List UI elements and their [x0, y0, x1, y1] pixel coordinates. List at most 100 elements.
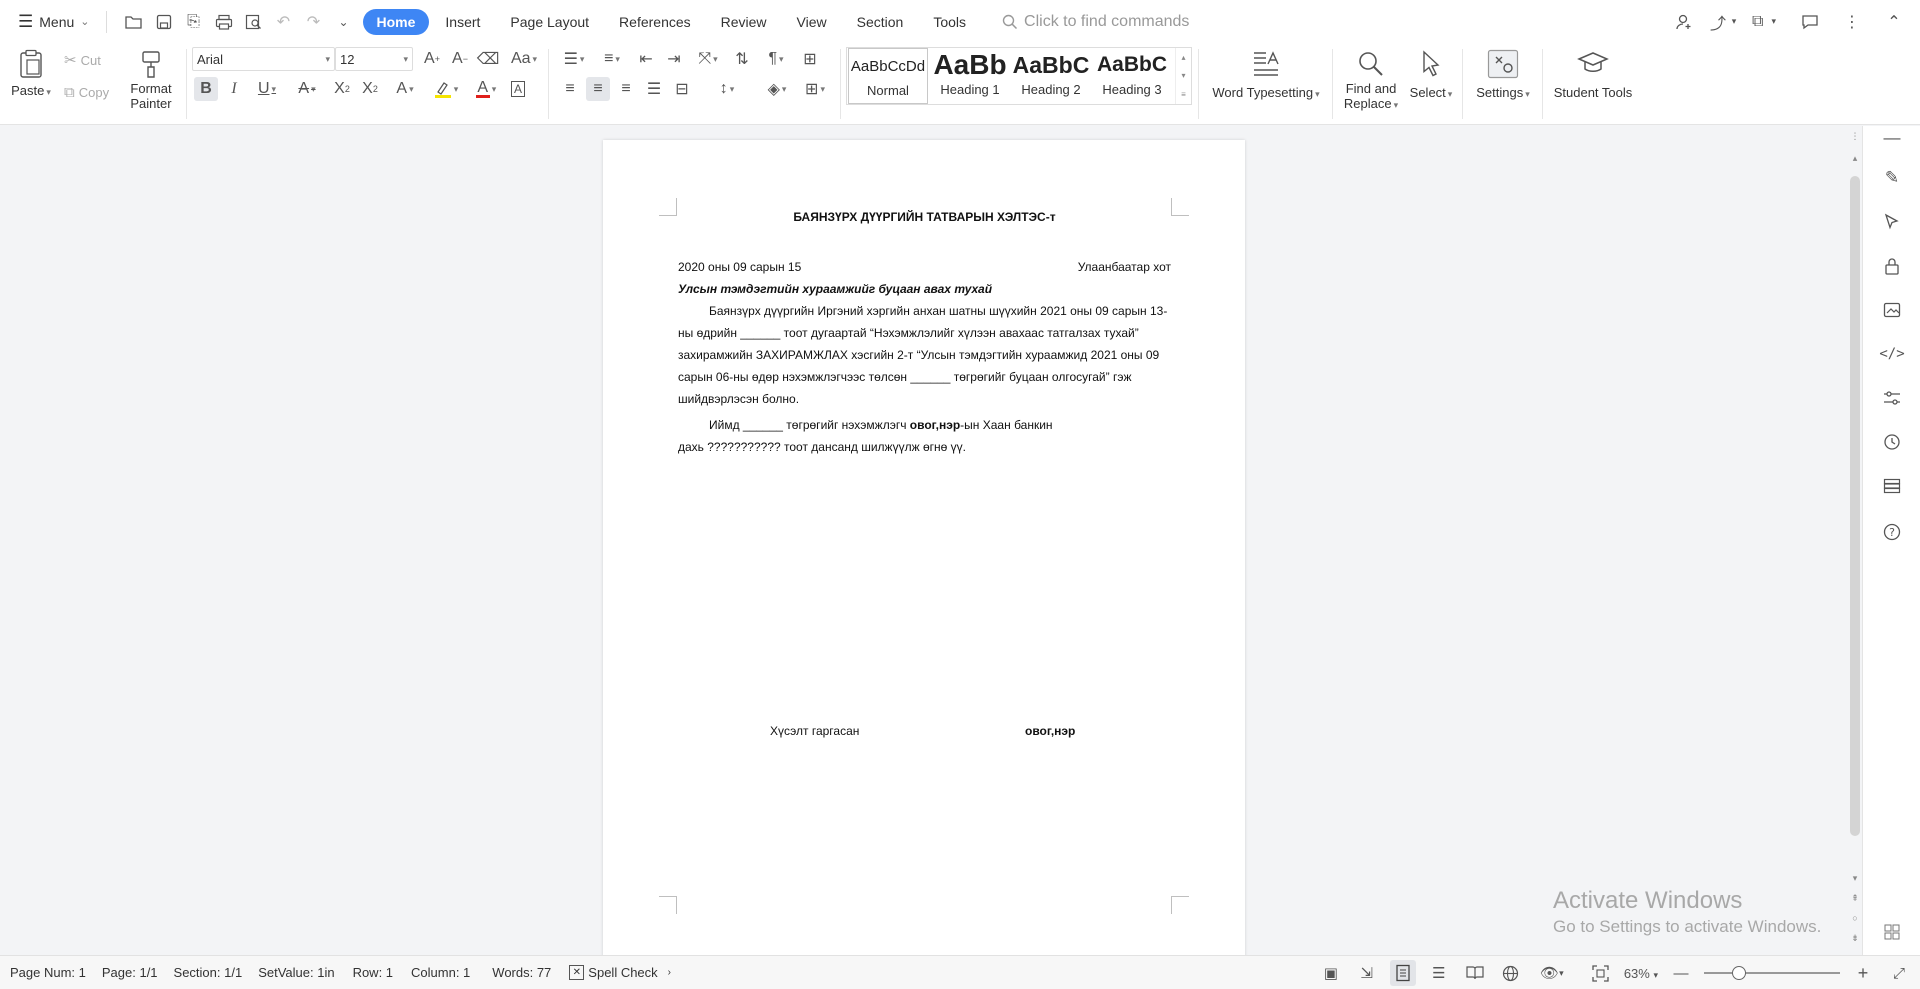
ruler-icon[interactable]: ⊞	[798, 47, 822, 71]
tab-view[interactable]: View	[783, 9, 841, 35]
italic-icon[interactable]: I	[222, 77, 246, 101]
reading-view-icon[interactable]	[1462, 960, 1488, 986]
more-options-icon[interactable]: ⋮	[1836, 8, 1868, 36]
fullscreen-icon[interactable]: ⤢	[1886, 960, 1912, 986]
superscript-icon[interactable]: X2	[330, 77, 354, 101]
tab-home[interactable]: Home	[362, 8, 430, 35]
format-painter-button[interactable]: Format Painter	[126, 47, 176, 111]
strikethrough-icon[interactable]: A ▾	[290, 77, 324, 101]
customize-toolbar-icon[interactable]: ⌄	[331, 9, 357, 35]
text-direction-icon[interactable]: ⤧ ▾	[692, 47, 724, 71]
word-count-icon[interactable]: ▣	[1318, 960, 1344, 986]
collapse-ribbon-icon[interactable]: ⌃	[1878, 8, 1910, 36]
style-heading-1[interactable]: AaBb Heading 1	[930, 48, 1010, 104]
font-name-select[interactable]: Arial ▾	[192, 47, 335, 71]
outline-view-icon[interactable]: ☰	[1426, 960, 1452, 986]
settings-button[interactable]: Settings ▾	[1470, 47, 1536, 102]
panel-collapse-icon[interactable]: —	[1880, 126, 1904, 150]
code-icon[interactable]: </>	[1879, 342, 1904, 366]
web-view-icon[interactable]	[1498, 960, 1524, 986]
help-icon[interactable]: ?	[1880, 520, 1904, 544]
fit-page-icon[interactable]	[1588, 960, 1614, 986]
distribute-icon[interactable]: ⊟	[670, 77, 694, 101]
scroll-down-icon[interactable]: ▾	[1849, 872, 1861, 884]
status-row[interactable]: Row: 1	[353, 965, 393, 980]
browse-object-icon[interactable]: ○	[1849, 912, 1861, 924]
style-normal[interactable]: AaBbCcDd Normal	[848, 48, 928, 104]
navigation-list-icon[interactable]	[1880, 474, 1904, 498]
tab-section[interactable]: Section	[843, 9, 918, 35]
document-page[interactable]: БАЯНЗҮРХ ДҮҮРГИЙН ТАТВАРЫН ХЭЛТЭС-т 2020…	[603, 140, 1245, 955]
scrollbar-thumb[interactable]	[1850, 176, 1860, 836]
font-color-icon[interactable]: A ▾	[468, 77, 504, 101]
cloud-sync-icon[interactable]: ⤴ ▾	[1710, 8, 1742, 36]
status-page-num[interactable]: Page Num: 1	[10, 965, 86, 980]
status-section[interactable]: Section: 1/1	[174, 965, 243, 980]
underline-icon[interactable]: U ▾	[250, 77, 284, 101]
increase-indent-icon[interactable]: ⇥	[662, 47, 686, 71]
undo-icon[interactable]: ↶	[271, 9, 297, 35]
page-view-icon[interactable]	[1389, 960, 1416, 986]
cut-button[interactable]: ✂ Cut	[64, 49, 101, 71]
document-body[interactable]: БАЯНЗҮРХ ДҮҮРГИЙН ТАТВАРЫН ХЭЛТЭС-т 2020…	[678, 206, 1171, 738]
style-heading-2[interactable]: AaBbC Heading 2	[1011, 48, 1091, 104]
main-menu-button[interactable]: ☰ Menu ⌄	[0, 7, 100, 37]
zoom-out-icon[interactable]: —	[1668, 960, 1694, 986]
select-button[interactable]: Select ▾	[1406, 47, 1456, 102]
eye-protection-icon[interactable]: 👁 ▾	[1534, 960, 1570, 986]
font-size-select[interactable]: 12 ▾	[335, 47, 413, 71]
scroll-up-icon[interactable]: ▴	[1849, 152, 1861, 164]
sort-icon[interactable]: ⇅	[730, 47, 754, 71]
word-typesetting-button[interactable]: Word Typesetting ▾	[1206, 47, 1326, 102]
shrink-font-icon[interactable]: A −	[448, 47, 472, 71]
vertical-scrollbar[interactable]: ⋮ ▴ ▾ ⇞ ○ ⇟	[1848, 126, 1862, 955]
align-left-icon[interactable]: ≡	[558, 77, 582, 101]
redo-icon[interactable]: ↷	[301, 9, 327, 35]
bold-icon[interactable]: B	[194, 77, 218, 101]
print-preview-icon[interactable]	[241, 9, 267, 35]
line-spacing-icon[interactable]: ↕ ▾	[710, 77, 744, 101]
print-icon[interactable]	[211, 9, 237, 35]
history-clock-icon[interactable]	[1880, 430, 1904, 454]
numbering-icon[interactable]: ≡ ▾	[596, 47, 628, 71]
shading-icon[interactable]: ◈ ▾	[760, 77, 794, 101]
character-border-icon[interactable]: A	[506, 77, 530, 101]
paste-button[interactable]: Paste ▾	[10, 47, 52, 100]
previous-page-icon[interactable]: ⇞	[1849, 892, 1861, 904]
student-tools-button[interactable]: Student Tools	[1548, 47, 1638, 100]
comment-icon[interactable]	[1794, 8, 1826, 36]
show-marks-icon[interactable]: ¶ ▾	[760, 47, 792, 71]
zoom-level[interactable]: 63% ▾	[1624, 966, 1658, 981]
command-search[interactable]: Click to find commands	[1002, 13, 1189, 31]
bullets-icon[interactable]: ☰ ▾	[558, 47, 590, 71]
select-pointer-icon[interactable]	[1880, 210, 1904, 234]
pen-edit-icon[interactable]: ✎	[1880, 166, 1904, 190]
status-page[interactable]: Page: 1/1	[102, 965, 158, 980]
status-setvalue[interactable]: SetValue: 1in	[258, 965, 334, 980]
adjust-sliders-icon[interactable]	[1880, 386, 1904, 410]
zoom-in-icon[interactable]: +	[1850, 960, 1876, 986]
next-page-icon[interactable]: ⇟	[1849, 932, 1861, 944]
tab-tools[interactable]: Tools	[919, 9, 980, 35]
image-edit-icon[interactable]	[1880, 298, 1904, 322]
text-effects-icon[interactable]: A ▾	[388, 77, 422, 101]
save-icon[interactable]	[151, 9, 177, 35]
status-column[interactable]: Column: 1	[411, 965, 470, 980]
spell-check-button[interactable]: ✕ Spell Check ›	[569, 965, 671, 980]
output-pdf-icon[interactable]: ⇲	[1354, 960, 1380, 986]
justify-icon[interactable]: ☰	[642, 77, 666, 101]
grow-font-icon[interactable]: A +	[420, 47, 444, 71]
tab-insert[interactable]: Insert	[431, 9, 494, 35]
borders-icon[interactable]: ⊞ ▾	[798, 77, 832, 101]
history-icon[interactable]: ⧉ ▾	[1752, 8, 1784, 36]
find-replace-button[interactable]: Find and Replace ▾	[1338, 47, 1404, 113]
align-center-icon[interactable]: ≡	[586, 77, 610, 101]
zoom-slider[interactable]	[1704, 966, 1840, 980]
export-icon[interactable]: ⎘	[181, 9, 207, 35]
highlight-icon[interactable]: ▾	[428, 77, 464, 101]
lock-icon[interactable]	[1880, 254, 1904, 278]
style-heading-3[interactable]: AaBbC Heading 3	[1092, 48, 1172, 104]
open-folder-icon[interactable]	[121, 9, 147, 35]
apps-grid-icon[interactable]	[1880, 920, 1904, 944]
tab-review[interactable]: Review	[707, 9, 781, 35]
